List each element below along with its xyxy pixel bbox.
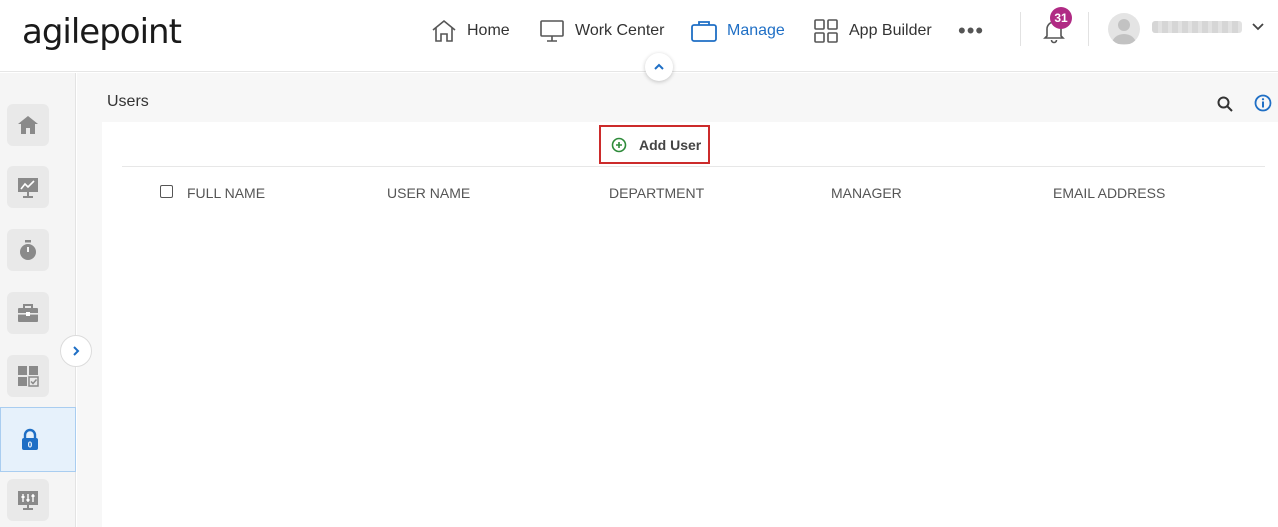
column-header-department[interactable]: DEPARTMENT [609,185,704,201]
search-icon[interactable] [1216,95,1234,113]
home-icon [432,19,456,42]
sidebar-item-timer[interactable] [7,229,49,271]
chevron-up-icon [654,63,664,70]
more-menu-button[interactable]: ••• [958,16,984,46]
page-title: Users [107,93,149,110]
nav-app-builder[interactable]: App Builder [812,16,932,46]
sidebar-item-system[interactable] [7,479,49,521]
apps-check-icon [18,366,39,387]
timer-icon [20,240,36,260]
chevron-right-icon [73,346,80,356]
chart-icon [18,178,38,198]
header-divider [1020,12,1021,46]
column-header-full-name[interactable]: FULL NAME [187,185,265,201]
nav-home-label: Home [467,22,510,39]
info-icon[interactable] [1254,94,1272,112]
main-content: Users Add User FULL NAME USER NAME DEPAR… [77,73,1278,527]
users-panel: Add User FULL NAME USER NAME DEPARTMENT … [102,122,1278,527]
select-all-checkbox[interactable] [160,185,173,198]
nav-manage-label: Manage [727,22,785,39]
column-header-manager[interactable]: MANAGER [831,185,902,201]
add-user-label: Add User [639,136,702,153]
add-user-button[interactable]: Add User [599,125,710,164]
briefcase-icon [691,21,717,42]
toolbar-divider [122,166,1265,167]
column-header-email-address[interactable]: EMAIL ADDRESS [1053,185,1165,201]
chevron-down-icon[interactable] [1250,18,1266,34]
avatar[interactable] [1108,13,1140,45]
nav-work-center[interactable]: Work Center [538,16,665,46]
user-avatar-icon [1112,19,1136,44]
toolbox-icon [18,304,38,322]
grid-icon [814,19,838,43]
agilepoint-logo[interactable]: agilepoint [22,12,182,52]
lock-badge-text: 0 [28,441,33,450]
left-sidebar: 0 [0,73,76,527]
lock-icon: 0 [22,428,38,450]
header-divider [1088,12,1089,46]
column-header-user-name[interactable]: USER NAME [387,185,470,201]
sidebar-item-access-rights[interactable]: 0 [0,407,76,472]
collapse-header-button[interactable] [645,53,673,81]
home-icon [18,116,38,134]
sidebar-item-analytics[interactable] [7,166,49,208]
nav-app-builder-label: App Builder [849,22,932,39]
nav-home[interactable]: Home [430,16,510,46]
top-header: agilepoint Home Work Center Manage App B… [0,0,1278,72]
user-name-blurred[interactable] [1152,21,1242,33]
monitor-icon [540,20,564,42]
nav-manage[interactable]: Manage [690,16,785,46]
expand-sidebar-button[interactable] [60,335,92,367]
settings-monitor-icon [18,491,38,510]
sidebar-item-toolbox[interactable] [7,292,49,334]
plus-circle-icon [611,137,627,152]
nav-work-center-label: Work Center [575,22,665,39]
sidebar-item-home[interactable] [7,104,49,146]
sidebar-item-apps[interactable] [7,355,49,397]
notification-badge: 31 [1050,7,1072,29]
